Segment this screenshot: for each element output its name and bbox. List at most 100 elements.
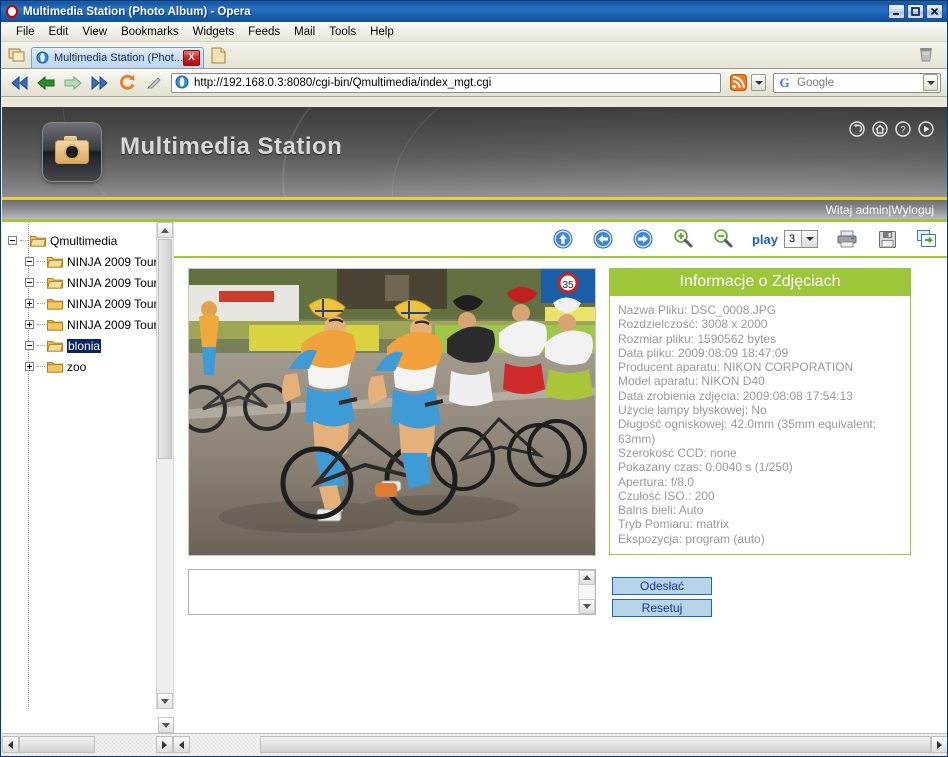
tree-toggle-icon[interactable] [25,278,34,287]
tab-close-icon[interactable]: X [183,50,201,66]
tree-toggle-icon[interactable] [25,320,34,329]
comment-scroll-up-button[interactable] [579,570,595,585]
arrow-up-icon[interactable] [552,228,574,250]
comment-scroll-down-button[interactable] [579,599,595,614]
rss-feed-icon[interactable] [728,73,748,92]
save-icon[interactable] [876,228,898,250]
tree-connector [20,239,28,242]
menu-item-edit[interactable]: Edit [42,25,76,39]
page-horizontal-scrollbar[interactable] [173,734,947,755]
back-circle-icon[interactable] [849,121,865,137]
tab-stack-icon[interactable] [5,43,31,67]
chevron-down-icon[interactable] [801,231,817,247]
menu-item-feeds[interactable]: Feeds [241,25,287,39]
menu-item-bookmarks[interactable]: Bookmarks [114,25,186,39]
info-line-focal-length: Długość ogniskowej: 42.0mm (35mm equival… [618,417,877,446]
opera-browser-window: Multimedia Station (Photo Album) - Opera… [0,0,948,757]
arrow-left-icon[interactable] [592,228,614,250]
tree-toggle-icon[interactable] [25,299,34,308]
trash-icon[interactable] [915,43,937,65]
scroll-up-button[interactable] [157,222,173,238]
menu-item-tools[interactable]: Tools [322,25,363,39]
back-button[interactable] [34,72,58,94]
scroll-thumb[interactable] [158,239,172,459]
fast-forward-button[interactable] [88,72,112,94]
tree-node-ninja-3[interactable]: NINJA 2009 Tour S [8,293,173,314]
page-hscroll-thumb[interactable] [260,736,931,753]
zoom-in-icon[interactable] [672,228,694,250]
search-field[interactable]: G Google [773,72,941,93]
tree-node-ninja-2[interactable]: NINJA 2009 Tour S [8,272,173,293]
menu-item-help[interactable]: Help [363,25,401,39]
page-hscroll-right-button[interactable] [931,736,947,753]
help-circle-icon[interactable]: ? [895,121,911,137]
menu-item-widgets[interactable]: Widgets [186,25,242,39]
sidebar-vertical-scrollbar[interactable] [156,222,173,709]
tree-node-qmultimedia[interactable]: Qmultimedia [8,230,173,251]
play-speed-value: 3 [789,233,796,245]
scroll-down-button[interactable] [157,693,173,709]
arrow-right-icon[interactable] [632,228,654,250]
web-page-content: Multimedia Station ? Witaj admin | Wylog… [2,107,947,735]
page-body: Qmultimedia NINJA 2009 Tour S NINJA 2009… [2,222,947,709]
rewind-button[interactable] [7,72,31,94]
photo-preview-image[interactable]: 35 [188,268,596,556]
chevron-down-icon [926,80,935,85]
comment-scrollbar[interactable] [578,570,595,614]
submit-button[interactable]: Odesłać [612,577,712,596]
hscroll-thumb[interactable] [19,736,95,753]
tree-node-label: NINJA 2009 Tour S [67,254,169,269]
play-circle-icon[interactable] [918,121,934,137]
info-line-white-balance: Balns bieli: Auto [618,503,704,518]
play-speed-select[interactable]: 3 [784,230,818,248]
minimize-button[interactable] [888,4,905,19]
printer-icon[interactable] [836,228,858,250]
info-line-camera-maker: Producent aparatu: NIKON CORPORATION [618,360,854,375]
logout-link[interactable]: Wyloguj [891,203,934,217]
tree-toggle-icon[interactable] [25,362,34,371]
chevron-down-icon [754,80,763,85]
hscroll-right-button[interactable] [156,736,173,753]
edit-pen-icon[interactable] [142,72,166,94]
tree-node-zoo[interactable]: zoo [8,356,173,377]
hscroll-left-button[interactable] [2,736,19,753]
zoom-out-icon[interactable] [712,228,734,250]
slideshow-icon[interactable] [916,228,938,250]
search-engine-dropdown[interactable] [923,74,938,91]
folder-open-icon [29,234,47,247]
folder-closed-icon [47,360,63,373]
tree-toggle-icon[interactable] [25,341,34,350]
app-title: Multimedia Station [120,133,343,160]
rss-dropdown-button[interactable] [751,74,766,91]
menu-item-file[interactable]: File [9,25,42,39]
tree-node-ninja-1[interactable]: NINJA 2009 Tour S [8,251,173,272]
home-circle-icon[interactable] [872,121,888,137]
tree-toggle-icon[interactable] [25,257,34,266]
comment-textarea[interactable] [188,569,596,615]
tree-connector [37,323,45,326]
sidebar-horizontal-scrollbar[interactable] [2,734,173,755]
tree-node-blonia[interactable]: blonia [8,335,173,356]
reload-button[interactable] [115,72,139,94]
tree-toggle-icon[interactable] [8,236,17,245]
sidebar-scroll-down-button[interactable] [158,717,174,733]
new-tab-button[interactable] [204,43,232,67]
tree-node-ninja-4[interactable]: NINJA 2009 Tour S [8,314,173,335]
menu-item-view[interactable]: View [75,25,114,39]
user-status-band: Witaj admin | Wyloguj [2,197,947,222]
navigation-bar: http://192.168.0.3:8080/cgi-bin/Qmultime… [1,69,947,97]
info-line-exposure-time: Pokazany czas: 0.0040 s (1/250) [618,460,793,475]
forward-button[interactable] [61,72,85,94]
browser-tab[interactable]: Multimedia Station (Phot... X [31,47,205,68]
banner-nav-icons: ? [849,121,934,137]
address-bar[interactable]: http://192.168.0.3:8080/cgi-bin/Qmultime… [171,72,721,93]
photo-info-panel: Informacje o Zdjęciach Nazwa Pliku: DSC_… [609,268,911,556]
close-button[interactable] [926,4,943,19]
info-line-filesize: Rozmiar pliku: 1590562 bytes [618,331,777,346]
page-hscroll-left-button[interactable] [173,736,190,753]
maximize-button[interactable] [907,4,924,19]
reset-button[interactable]: Resetuj [612,599,712,618]
menu-item-mail[interactable]: Mail [287,25,322,39]
comment-text[interactable] [189,570,578,614]
photo-column: 35 [188,268,598,621]
